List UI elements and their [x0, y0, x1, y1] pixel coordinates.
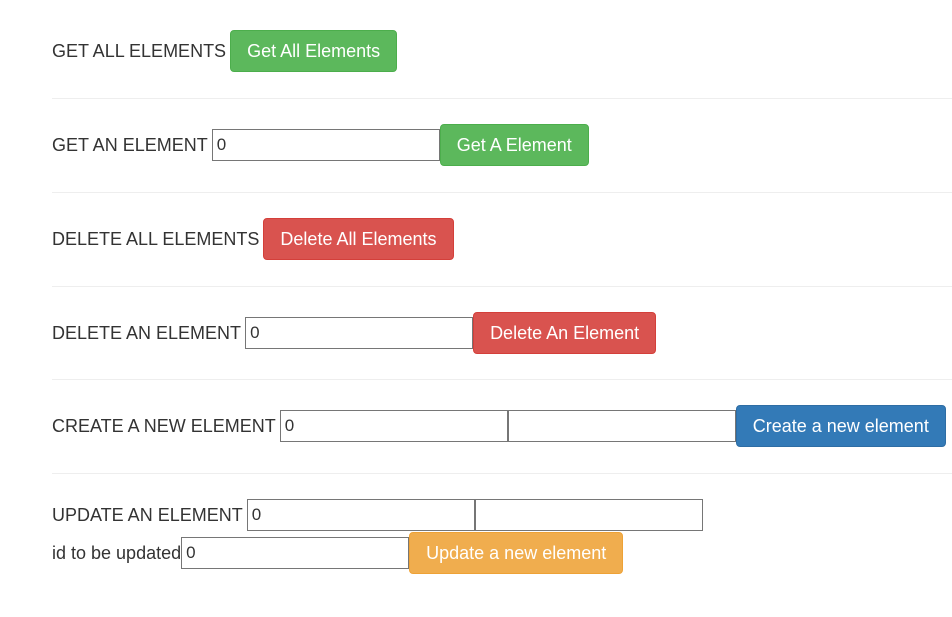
delete-element-label: DELETE AN ELEMENT [52, 322, 242, 343]
update-target-label: id to be updated [52, 542, 182, 563]
update-element-label: UPDATE AN ELEMENT [52, 504, 243, 525]
delete-element-id-input[interactable] [245, 317, 474, 349]
update-target-id-input[interactable] [181, 537, 410, 569]
divider [52, 473, 952, 474]
delete-all-label: DELETE ALL ELEMENTS [52, 228, 260, 249]
create-element-button[interactable]: Create a new element [735, 405, 946, 447]
delete-element-button[interactable]: Delete An Element [473, 312, 657, 354]
update-element-button[interactable]: Update a new element [409, 532, 624, 574]
get-all-label: GET ALL ELEMENTS [52, 40, 227, 61]
delete-all-button[interactable]: Delete All Elements [263, 218, 454, 260]
create-element-id-input[interactable] [279, 410, 508, 442]
get-element-button[interactable]: Get A Element [439, 124, 589, 166]
divider [52, 192, 952, 193]
delete-element-section: DELETE AN ELEMENT Delete An Element [52, 312, 952, 354]
get-element-label: GET AN ELEMENT [52, 134, 208, 155]
delete-all-section: DELETE ALL ELEMENTS Delete All Elements [52, 218, 952, 260]
get-all-section: GET ALL ELEMENTS Get All Elements [52, 30, 952, 72]
divider [52, 286, 952, 287]
divider [52, 379, 952, 380]
update-element-id-input[interactable] [246, 499, 475, 531]
get-element-id-input[interactable] [211, 129, 440, 161]
update-target-section: id to be updated Update a new element [52, 532, 952, 574]
update-element-section: UPDATE AN ELEMENT [52, 499, 952, 531]
create-element-name-input[interactable] [507, 410, 736, 442]
get-all-button[interactable]: Get All Elements [230, 30, 398, 72]
get-element-section: GET AN ELEMENT Get A Element [52, 124, 952, 166]
divider [52, 98, 952, 99]
update-element-name-input[interactable] [474, 499, 703, 531]
create-element-label: CREATE A NEW ELEMENT [52, 415, 276, 436]
create-element-section: CREATE A NEW ELEMENT Create a new elemen… [52, 405, 952, 447]
